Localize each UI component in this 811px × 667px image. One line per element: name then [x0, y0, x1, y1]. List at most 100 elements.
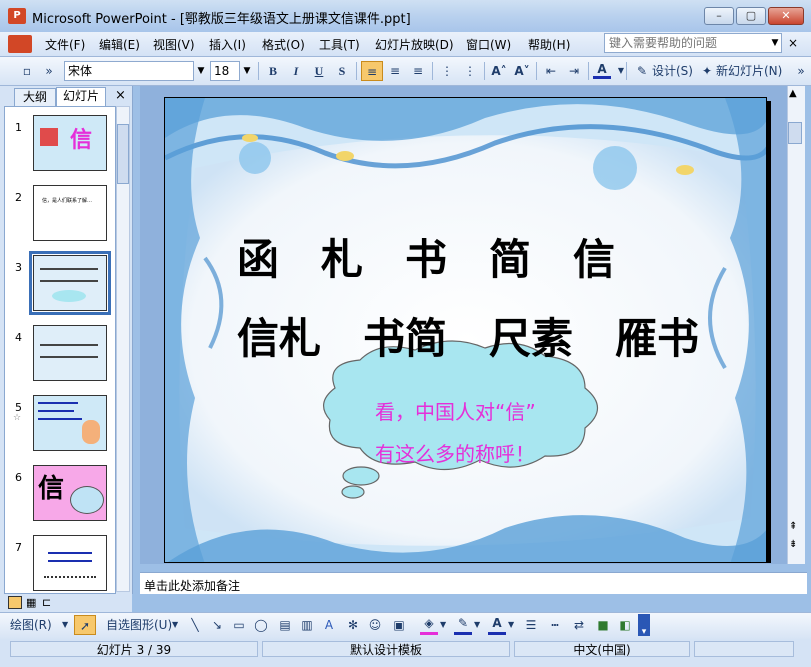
numbering-icon[interactable]: ⋮	[437, 61, 457, 81]
animation-star-icon: ☆	[13, 413, 22, 423]
document-close-button[interactable]: ×	[788, 36, 798, 50]
tab-outline[interactable]: 大纲	[14, 88, 56, 107]
fill-color-dropdown-icon[interactable]: ▼	[440, 615, 446, 635]
clipart-icon[interactable]: ☺	[366, 615, 384, 635]
slide-scrollbar-thumb[interactable]	[788, 122, 802, 144]
menu-file[interactable]: 文件(F)	[45, 36, 85, 53]
rectangle-tool-icon[interactable]: ▭	[230, 615, 248, 635]
select-pointer-icon[interactable]: ➚	[74, 615, 96, 635]
menu-view[interactable]: 视图(V)	[153, 36, 195, 53]
new-document-icon[interactable]: ▫	[16, 61, 38, 81]
textbox-tool-icon[interactable]: ▤	[276, 615, 294, 635]
thumbnail-scrollbar-thumb[interactable]	[117, 124, 129, 184]
menu-window[interactable]: 窗口(W)	[466, 36, 511, 53]
shadow-button[interactable]: S	[333, 61, 351, 81]
document-icon[interactable]	[8, 35, 32, 53]
maximize-button[interactable]: ▢	[736, 7, 766, 25]
fill-color-icon[interactable]: ◈	[420, 615, 438, 635]
decrease-font-icon[interactable]: A˅	[512, 61, 532, 81]
decrease-indent-icon[interactable]: ⇤	[541, 61, 561, 81]
draw-dropdown-icon[interactable]: ▼	[62, 615, 68, 635]
align-right-icon[interactable]: ≡	[408, 61, 428, 81]
thumbnail-number: 1	[15, 121, 22, 134]
menu-slideshow[interactable]: 幻灯片放映(D)	[375, 36, 454, 53]
draw-font-color-dropdown-icon[interactable]: ▼	[508, 615, 514, 635]
previous-slide-icon[interactable]: ⇞	[789, 522, 797, 532]
menu-edit[interactable]: 编辑(E)	[99, 36, 140, 53]
bubble-text-line-1[interactable]: 看，中国人对“信”	[375, 396, 536, 425]
font-color-icon[interactable]: A	[593, 61, 611, 79]
help-search-input[interactable]	[604, 33, 782, 53]
thumbnail-slide-6[interactable]: 信	[33, 465, 107, 521]
3d-style-icon[interactable]: ◧	[616, 615, 634, 635]
menu-tools[interactable]: 工具(T)	[319, 36, 360, 53]
tab-slides[interactable]: 幻灯片	[56, 87, 106, 106]
scroll-up-icon[interactable]: ▲	[789, 88, 797, 99]
new-slide-button[interactable]: 新幻灯片(N)	[716, 61, 782, 81]
oval-tool-icon[interactable]: ◯	[252, 615, 270, 635]
line-color-dropdown-icon[interactable]: ▼	[474, 615, 480, 635]
arrow-tool-icon[interactable]: ↘	[208, 615, 226, 635]
notes-pane[interactable]: 单击此处添加备注	[140, 572, 807, 594]
bullets-icon[interactable]: ⋮	[460, 61, 480, 81]
slideshow-view-icon[interactable]: ⊏	[42, 596, 54, 609]
line-color-icon[interactable]: ✎	[454, 615, 472, 635]
thumbnail-slide-1[interactable]: 信	[33, 115, 107, 171]
autoshapes-button[interactable]: 自选图形(U)	[106, 615, 172, 635]
increase-font-icon[interactable]: A˄	[489, 61, 509, 81]
slide-sorter-view-icon[interactable]: ▦	[26, 596, 38, 609]
slide-title-line-1[interactable]: 函 札 书 简 信	[237, 226, 766, 287]
powerpoint-app-icon[interactable]: P	[8, 8, 26, 24]
pane-close-button[interactable]: ×	[115, 88, 126, 103]
current-slide[interactable]: 函 札 书 简 信 信札 书简 尺素 雁书 看，中国人对“信” 有这么多的称呼！	[164, 97, 767, 563]
dash-style-icon[interactable]: ┅	[546, 615, 564, 635]
increase-indent-icon[interactable]: ⇥	[564, 61, 584, 81]
font-size-combo[interactable]: 18	[210, 61, 240, 81]
slide-vertical-scrollbar[interactable]	[787, 86, 805, 564]
underline-button[interactable]: U	[310, 61, 328, 81]
design-button[interactable]: 设计(S)	[652, 61, 693, 81]
thumbnail-slide-3[interactable]	[29, 251, 111, 315]
draw-font-color-icon[interactable]: A	[488, 615, 506, 635]
font-color-dropdown-icon[interactable]: ▼	[612, 61, 630, 81]
toolbar-options-icon[interactable]: »	[792, 61, 810, 81]
font-name-dropdown-icon[interactable]: ▼	[194, 61, 208, 81]
wordart-icon[interactable]: A	[320, 615, 338, 635]
menu-format[interactable]: 格式(O)	[262, 36, 305, 53]
menu-help[interactable]: 帮助(H)	[528, 36, 570, 53]
bubble-text-line-2[interactable]: 有这么多的称呼！	[375, 438, 535, 467]
help-dropdown-icon[interactable]: ▼	[768, 33, 782, 53]
autoshapes-dropdown-icon[interactable]: ▼	[172, 615, 178, 635]
new-slide-icon[interactable]: ✦	[698, 61, 716, 81]
thumbnail-slide-2[interactable]: 信，是人们联系了解…	[33, 185, 107, 241]
font-name-combo[interactable]: 宋体	[64, 61, 194, 81]
toolbar-options-icon[interactable]: ▾	[638, 614, 650, 637]
line-tool-icon[interactable]: ╲	[186, 615, 204, 635]
align-center-icon[interactable]: ≡	[385, 61, 405, 81]
toolbar-separator	[432, 62, 433, 80]
line-style-icon[interactable]: ☰	[522, 615, 540, 635]
draw-menu-button[interactable]: 绘图(R)	[10, 615, 52, 635]
thumbnail-slide-7[interactable]	[33, 535, 107, 591]
menu-insert[interactable]: 插入(I)	[209, 36, 246, 53]
thumbnail-slide-5[interactable]	[33, 395, 107, 451]
diagram-icon[interactable]: ✻	[344, 615, 362, 635]
close-window-button[interactable]: ✕	[768, 7, 804, 25]
italic-button[interactable]: I	[287, 61, 305, 81]
toolbar-options-icon[interactable]: »	[40, 61, 58, 81]
normal-view-icon[interactable]	[8, 596, 22, 609]
picture-icon[interactable]: ▣	[390, 615, 408, 635]
bold-button[interactable]: B	[264, 61, 282, 81]
thumbnail-slide-4[interactable]	[33, 325, 107, 381]
toolbar-separator	[626, 62, 627, 80]
font-size-dropdown-icon[interactable]: ▼	[240, 61, 254, 81]
shadow-style-icon[interactable]: ■	[594, 615, 612, 635]
toolbar-separator	[258, 62, 259, 80]
design-icon[interactable]: ✎	[632, 61, 652, 81]
slide-title-line-2[interactable]: 信札 书简 尺素 雁书	[237, 305, 766, 366]
arrow-style-icon[interactable]: ⇄	[570, 615, 588, 635]
minimize-button[interactable]: –	[704, 7, 734, 25]
vertical-textbox-icon[interactable]: ▥	[298, 615, 316, 635]
next-slide-icon[interactable]: ⇟	[789, 540, 797, 550]
align-left-icon[interactable]: ≡	[361, 61, 383, 81]
